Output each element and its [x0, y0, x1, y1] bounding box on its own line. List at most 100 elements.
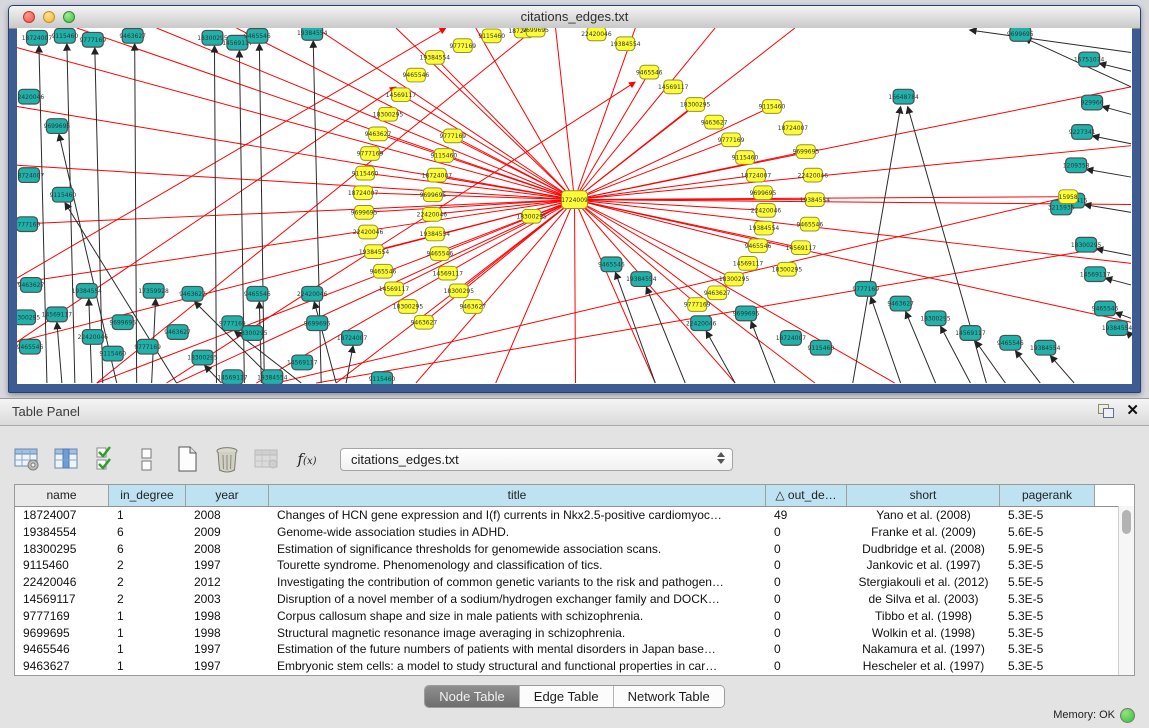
- table-cell[interactable]: 1998: [186, 608, 269, 625]
- graph-node[interactable]: 1724009: [561, 191, 588, 209]
- graph-node[interactable]: 9115460: [369, 372, 396, 384]
- graph-node[interactable]: 9699695: [304, 316, 331, 331]
- graph-node[interactable]: 14569117: [386, 88, 417, 102]
- citation-graph[interactable]: 1872400791154609777169946362718300295145…: [17, 28, 1132, 384]
- graph-node[interactable]: 19384554: [800, 193, 831, 207]
- graph-node[interactable]: 18300295: [680, 98, 711, 112]
- table-cell[interactable]: Nakamura et al. (1997): [847, 641, 1000, 658]
- table-cell[interactable]: de Silva et al. (2003): [847, 591, 1000, 608]
- table-cell[interactable]: Genome-wide association studies in ADHD.: [269, 524, 766, 541]
- graph-node[interactable]: 9465546: [244, 28, 271, 43]
- graph-node[interactable]: 9115460: [808, 340, 835, 355]
- table-cell[interactable]: 0: [766, 641, 847, 658]
- graph-node[interactable]: 9699695: [733, 306, 760, 321]
- function-builder-button[interactable]: f(x): [290, 442, 324, 476]
- new-table-button[interactable]: [170, 442, 204, 476]
- graph-node[interactable]: 9699695: [750, 186, 777, 200]
- graph-node[interactable]: 19384554: [626, 272, 657, 287]
- graph-node[interactable]: 9699695: [793, 145, 820, 159]
- table-cell[interactable]: 1998: [186, 625, 269, 642]
- table-row[interactable]: 1938455462009Genome-wide association stu…: [15, 524, 1134, 541]
- table-row[interactable]: 1872400712008Changes of HCN gene express…: [15, 507, 1134, 524]
- table-cell[interactable]: 5.3E-5: [1000, 507, 1095, 524]
- delete-table-button[interactable]: [250, 442, 284, 476]
- table-cell[interactable]: 0: [766, 658, 847, 675]
- graph-node[interactable]: 18300295: [772, 262, 803, 276]
- graph-node[interactable]: 9463627: [18, 278, 45, 293]
- table-cell[interactable]: 1: [109, 608, 186, 625]
- graph-node[interactable]: 9115460: [759, 100, 786, 114]
- graph-node[interactable]: 14569117: [786, 241, 817, 255]
- graph-node[interactable]: 9463627: [701, 115, 728, 129]
- graph-node[interactable]: 18724007: [776, 331, 807, 346]
- table-cell[interactable]: 5.3E-5: [1000, 608, 1095, 625]
- table-cell[interactable]: 1997: [186, 641, 269, 658]
- graph-node[interactable]: 9777169: [684, 298, 711, 312]
- table-cell[interactable]: 18724007: [15, 507, 109, 524]
- table-cell[interactable]: 9463627: [15, 658, 109, 675]
- table-cell[interactable]: 5.3E-5: [1000, 557, 1095, 574]
- graph-node[interactable]: 9115460: [431, 149, 458, 163]
- table-cell[interactable]: 5.6E-5: [1000, 524, 1095, 541]
- graph-node[interactable]: 19384554: [1102, 321, 1132, 336]
- column-header-short[interactable]: short: [847, 485, 1000, 506]
- graph-node[interactable]: 18300295: [17, 310, 40, 325]
- graph-node[interactable]: 19384554: [257, 370, 288, 384]
- graph-node[interactable]: 19384554: [420, 51, 451, 65]
- graph-node[interactable]: 17359928: [138, 283, 169, 298]
- graph-node[interactable]: 9463627: [365, 127, 392, 141]
- table-cell[interactable]: 9115460: [15, 557, 109, 574]
- table-cell[interactable]: 22420046: [15, 574, 109, 591]
- table-cell[interactable]: 1: [109, 507, 186, 524]
- graph-node[interactable]: 1209358: [1063, 158, 1090, 173]
- graph-node[interactable]: 9465546: [244, 286, 271, 301]
- table-cell[interactable]: 2008: [186, 507, 269, 524]
- column-header-year[interactable]: year: [186, 485, 269, 506]
- graph-node[interactable]: 18724007: [337, 331, 368, 346]
- graph-node[interactable]: 9699695: [420, 188, 447, 202]
- graph-node[interactable]: 9777169: [134, 339, 161, 354]
- graph-node[interactable]: 9115460: [52, 28, 79, 43]
- float-panel-icon[interactable]: [1098, 404, 1114, 418]
- table-row[interactable]: 946554611997Estimation of the future num…: [15, 641, 1134, 658]
- table-cell[interactable]: 9777169: [15, 608, 109, 625]
- graph-node[interactable]: 9227341: [1069, 125, 1096, 140]
- graph-node[interactable]: 18724007: [741, 168, 772, 182]
- graph-node[interactable]: 14569117: [1080, 267, 1111, 282]
- graph-node[interactable]: 9465546: [598, 257, 625, 272]
- table-cell[interactable]: Tibbo et al. (1998): [847, 608, 1000, 625]
- graph-node[interactable]: 9777169: [718, 133, 745, 147]
- table-cell[interactable]: Investigating the contribution of common…: [269, 574, 766, 591]
- graph-node[interactable]: 9777169: [852, 282, 879, 297]
- table-row[interactable]: 1456911722003Disruption of a novel membe…: [15, 591, 1134, 608]
- graph-node[interactable]: 9699695: [44, 119, 71, 134]
- column-header-in_degree[interactable]: in_degree: [109, 485, 186, 506]
- table-cell[interactable]: 2008: [186, 541, 269, 558]
- table-cell[interactable]: 0: [766, 541, 847, 558]
- memory-status-indicator[interactable]: [1120, 708, 1135, 723]
- graph-node[interactable]: 18300295: [920, 311, 951, 326]
- graph-node[interactable]: 9115460: [50, 187, 77, 202]
- table-cell[interactable]: 1: [109, 625, 186, 642]
- graph-node[interactable]: 18300295: [1071, 237, 1102, 252]
- table-cell[interactable]: Disruption of a novel member of a sodium…: [269, 591, 766, 608]
- column-header-out_de…[interactable]: △ out_de…: [766, 485, 847, 506]
- table-cell[interactable]: 2: [109, 574, 186, 591]
- graph-node[interactable]: 22420046: [78, 330, 109, 345]
- table-cell[interactable]: 0: [766, 574, 847, 591]
- graph-node[interactable]: 9465546: [17, 339, 43, 354]
- table-cell[interactable]: 0: [766, 591, 847, 608]
- table-cell[interactable]: 49: [766, 507, 847, 524]
- table-cell[interactable]: Estimation of the future numbers of pati…: [269, 641, 766, 658]
- close-panel-icon[interactable]: ✕: [1126, 403, 1139, 418]
- graph-node[interactable]: 9777169: [79, 32, 106, 47]
- table-cell[interactable]: 2009: [186, 524, 269, 541]
- table-cell[interactable]: Jankovic et al. (1997): [847, 557, 1000, 574]
- graph-node[interactable]: 9115460: [352, 166, 379, 180]
- table-selector-dropdown[interactable]: citations_edges.txt: [340, 448, 733, 471]
- table-cell[interactable]: 0: [766, 625, 847, 642]
- table-cell[interactable]: 1997: [186, 557, 269, 574]
- table-cell[interactable]: Embryonic stem cells: a model to study s…: [269, 658, 766, 675]
- table-cell[interactable]: 2012: [186, 574, 269, 591]
- table-cell[interactable]: Wolkin et al. (1998): [847, 625, 1000, 642]
